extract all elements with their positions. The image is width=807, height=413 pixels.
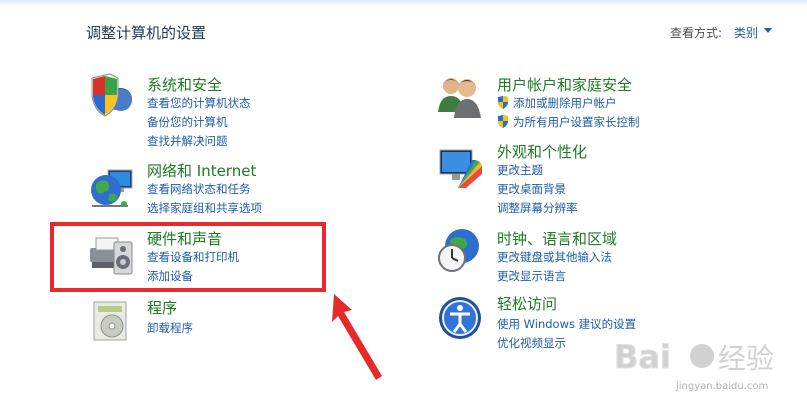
link-desktop-background[interactable]: 更改桌面背景 xyxy=(497,181,566,197)
link-screen-resolution[interactable]: 调整屏幕分辨率 xyxy=(497,200,578,216)
chevron-down-icon[interactable] xyxy=(764,28,772,33)
ease-of-access-icon[interactable] xyxy=(436,294,484,342)
watermark-site: jingyan.baidu.com xyxy=(676,381,769,392)
uac-shield-icon xyxy=(498,115,508,128)
link-optimize-display[interactable]: 优化视频显示 xyxy=(497,335,566,351)
programs-disc-icon[interactable] xyxy=(88,296,136,344)
users-icon[interactable] xyxy=(436,72,484,120)
category-system-security[interactable]: 系统和安全 xyxy=(147,74,222,95)
link-network-status[interactable]: 查看网络状态和任务 xyxy=(147,181,251,197)
link-homegroup[interactable]: 选择家庭组和共享选项 xyxy=(147,200,262,216)
category-programs[interactable]: 程序 xyxy=(147,297,177,318)
top-strip xyxy=(0,0,807,6)
category-ease-of-access[interactable]: 轻松访问 xyxy=(497,293,557,314)
clock-globe-icon[interactable] xyxy=(436,226,484,274)
link-uninstall[interactable]: 卸载程序 xyxy=(147,320,193,336)
link-add-remove-accounts[interactable]: 添加或删除用户帐户 xyxy=(513,95,617,111)
category-network-internet[interactable]: 网络和 Internet xyxy=(147,160,256,181)
pointer-arrow-icon xyxy=(332,294,382,380)
view-mode-dropdown[interactable]: 类别 xyxy=(734,24,758,41)
link-parental-controls[interactable]: 为所有用户设置家长控制 xyxy=(513,114,640,130)
category-appearance[interactable]: 外观和个性化 xyxy=(497,141,587,162)
svg-text:Bai: Bai xyxy=(614,338,671,376)
link-troubleshoot[interactable]: 查找并解决问题 xyxy=(147,133,228,149)
page-title: 调整计算机的设置 xyxy=(86,24,207,42)
link-backup[interactable]: 备份您的计算机 xyxy=(147,114,228,130)
highlight-box xyxy=(50,222,326,292)
uac-shield-icon xyxy=(498,96,508,109)
link-change-theme[interactable]: 更改主题 xyxy=(497,162,543,178)
svg-text:经验: 经验 xyxy=(718,342,774,375)
monitor-palette-icon[interactable] xyxy=(436,144,484,192)
globe-network-icon[interactable] xyxy=(88,162,136,210)
category-clock-language[interactable]: 时钟、语言和区域 xyxy=(497,228,617,249)
link-view-status[interactable]: 查看您的计算机状态 xyxy=(147,95,251,111)
shield-monitor-icon[interactable] xyxy=(88,72,136,120)
view-by-label: 查看方式: xyxy=(670,26,723,40)
link-display-language[interactable]: 更改显示语言 xyxy=(497,268,566,284)
category-user-accounts[interactable]: 用户帐户和家庭安全 xyxy=(497,74,632,95)
link-change-input[interactable]: 更改键盘或其他输入法 xyxy=(497,249,612,265)
